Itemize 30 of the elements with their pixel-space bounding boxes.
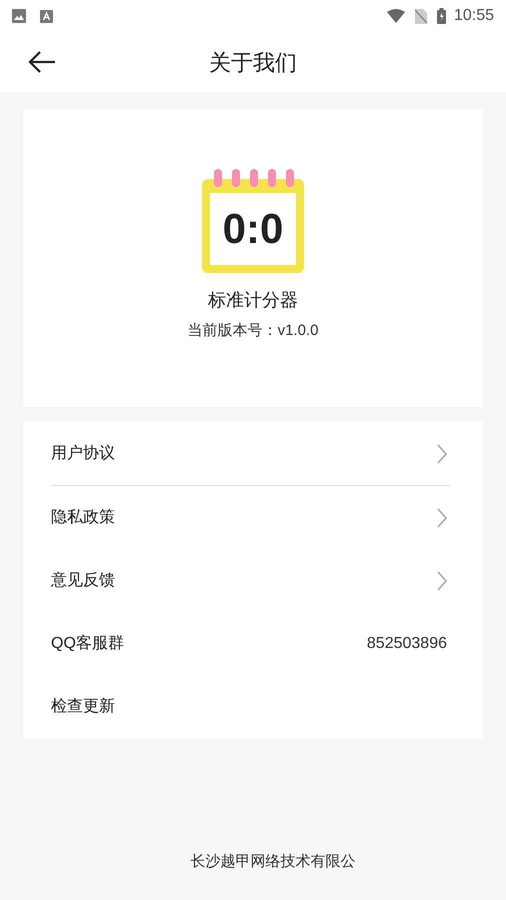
menu-label: 意见反馈 [51,570,116,590]
binder-ring [232,169,240,187]
logo-score-text: 0:0 [222,208,284,250]
app-version: 当前版本号：v1.0.0 [188,321,318,341]
chevron-right-icon [437,508,447,528]
binder-ring [250,169,258,187]
company-name: 长沙越甲网络技术有限公 [190,852,356,872]
menu-value: 852503896 [366,634,447,654]
battery-icon [436,8,446,24]
menu-item[interactable]: QQ客服群 852503896 [23,612,483,675]
chevron-right-icon [437,444,447,464]
menu-item[interactable]: 检查更新 [23,675,483,738]
menu-item[interactable]: 用户协议 [23,422,483,485]
menu-item[interactable]: 意见反馈 [23,549,483,612]
page-title: 关于我们 [209,48,297,76]
font-icon [40,10,53,22]
app-name: 标准计分器 [208,289,298,312]
wifi-icon [386,9,405,23]
menu-label: QQ客服群 [51,634,125,654]
image-icon [12,9,26,23]
menu-label: 检查更新 [51,696,116,716]
menu-label: 隐私政策 [51,508,116,528]
binder-ring [286,169,294,187]
no-sim-icon [414,8,427,24]
status-time: 10:55 [454,6,494,26]
menu-label: 用户协议 [51,444,116,464]
chevron-right-icon [437,570,447,590]
binder-ring [214,169,222,187]
binder-ring [268,169,276,187]
menu-item[interactable]: 隐私政策 [23,486,483,549]
